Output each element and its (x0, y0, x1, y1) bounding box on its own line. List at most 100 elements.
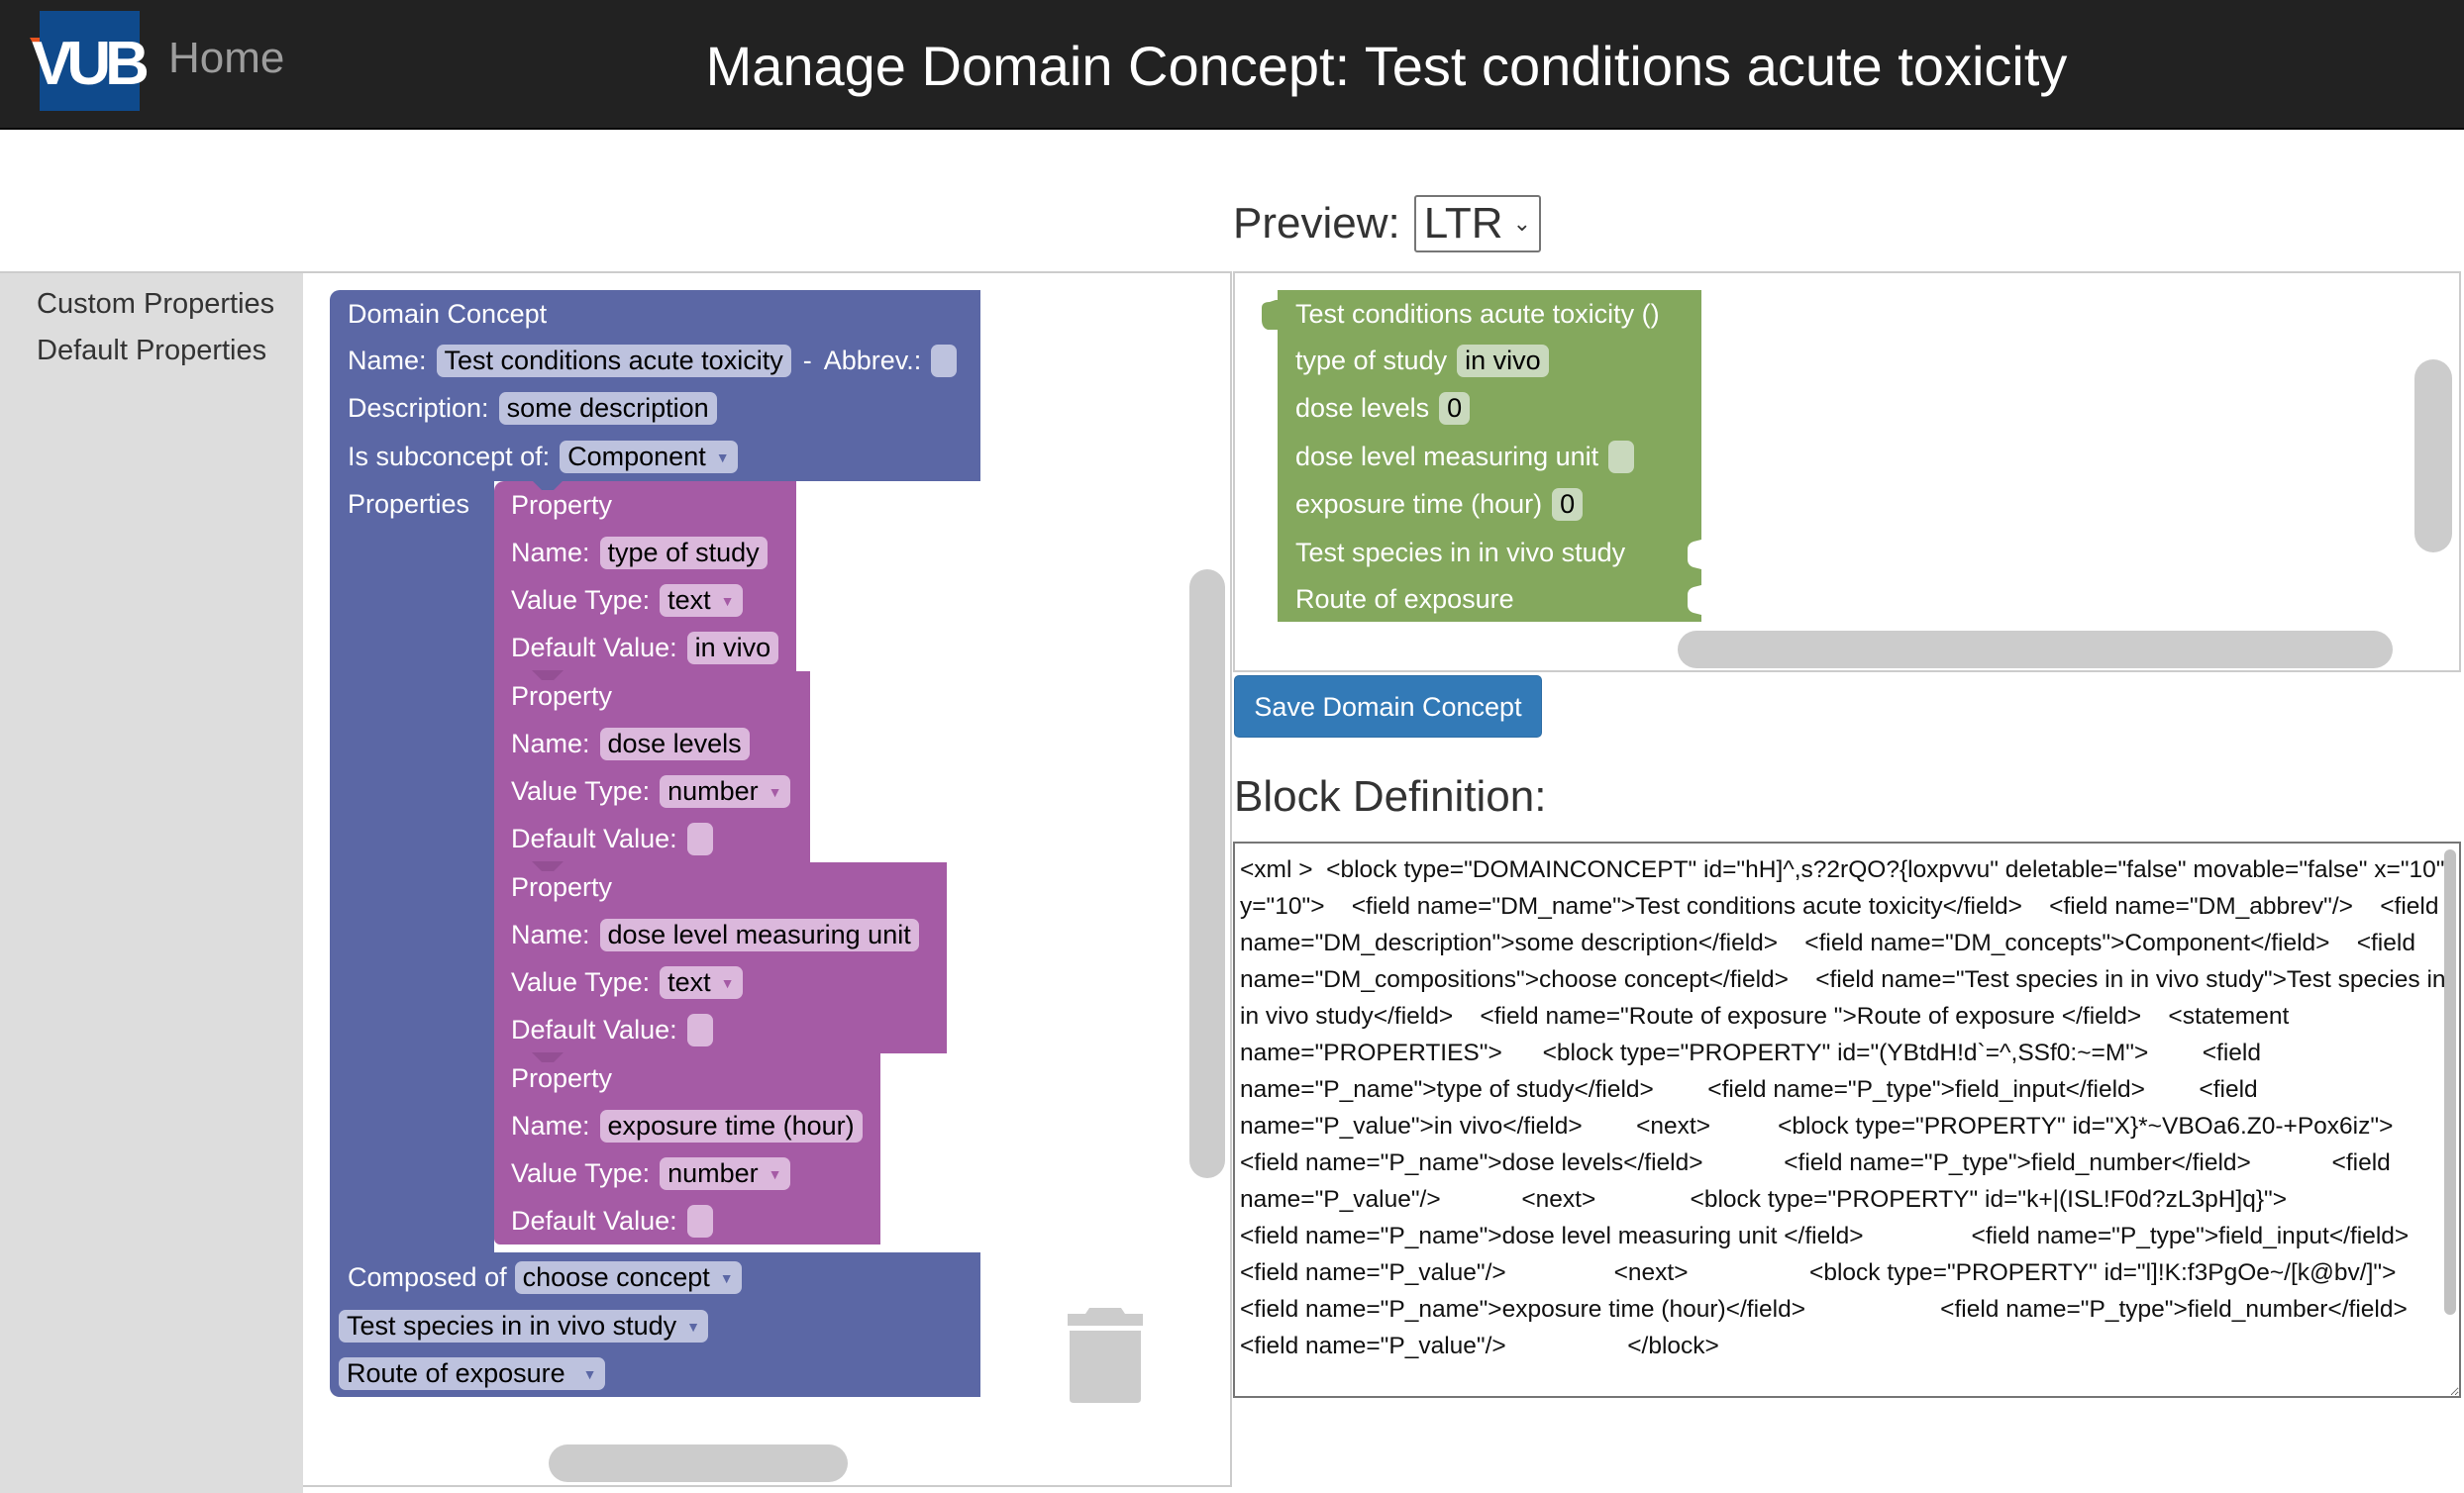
logo-text: VUB (32, 30, 150, 98)
property-name-row: Name: dose level measuring unit (511, 917, 919, 952)
property-name-label: Name: (511, 537, 590, 567)
navbar: VUB Home Manage Domain Concept: Test con… (0, 0, 2464, 130)
preview-input-label: Route of exposure (1295, 583, 1514, 614)
property-name-field[interactable]: exposure time (hour) (599, 1109, 863, 1143)
textarea-scrollbar[interactable] (2444, 849, 2456, 1315)
property-name-field[interactable]: type of study (599, 536, 768, 569)
toolbox-sidebar: Custom Properties Default Properties (0, 271, 303, 1493)
subconcept-value: Component (567, 441, 706, 471)
property-default-row: Default Value: (511, 1012, 713, 1047)
composition-dropdown[interactable]: Route of exposure ▼ (339, 1356, 605, 1390)
property-type-dropdown[interactable]: number ▼ (660, 1156, 790, 1190)
dropdown-arrow-icon: ▼ (768, 1165, 782, 1182)
workspace-vertical-scrollbar[interactable] (1189, 569, 1225, 1178)
property-type-label: Value Type: (511, 584, 651, 615)
property-name-label: Name: (511, 728, 590, 758)
property-type-row: Value Type: number ▼ (511, 773, 790, 809)
property-type-dropdown[interactable]: text ▼ (660, 965, 743, 999)
property-type-value: text (667, 584, 711, 615)
vub-logo[interactable]: VUB (30, 11, 150, 111)
concept-name-field[interactable]: Test conditions acute toxicity (436, 344, 791, 377)
preview-row-field[interactable]: 0 (1439, 391, 1471, 425)
property-default-field[interactable]: in vivo (686, 631, 779, 664)
property-name-row: Name: type of study (511, 535, 768, 570)
property-default-row: Default Value: (511, 821, 713, 856)
composed-of-dropdown[interactable]: choose concept ▼ (514, 1260, 742, 1294)
property-default-label: Default Value: (511, 1205, 677, 1236)
property-type-label: Value Type: (511, 775, 651, 806)
description-field[interactable]: some description (498, 391, 717, 425)
preview-input-row: Test species in in vivo study (1295, 535, 1625, 570)
separator: - (802, 345, 812, 375)
property-title-text: Property (511, 871, 613, 902)
property-title: Property (511, 1060, 612, 1096)
preview-row: type of study in vivo (1295, 343, 1549, 378)
chevron-down-icon: ⌄ (1512, 211, 1532, 236)
abbrev-field[interactable] (931, 344, 958, 377)
preview-row-field[interactable]: 0 (1552, 487, 1584, 521)
property-type-dropdown[interactable]: number ▼ (660, 774, 790, 808)
toolbox-category-custom-properties[interactable]: Custom Properties (0, 281, 303, 328)
property-type-row: Value Type: text ▼ (511, 582, 743, 618)
composition-dropdown[interactable]: Test species in in vivo study ▼ (339, 1309, 709, 1343)
property-name-field[interactable]: dose levels (599, 727, 750, 760)
property-type-dropdown[interactable]: text ▼ (660, 583, 743, 617)
domain-concept-name-row: Name: Test conditions acute toxicity - A… (348, 343, 958, 378)
domain-concept-description-row: Description: some description (348, 390, 717, 426)
block-definition-textarea[interactable]: <xml > <block type="DOMAINCONCEPT" id="h… (1233, 842, 2461, 1398)
property-default-field[interactable] (686, 822, 713, 855)
property-type-row: Value Type: text ▼ (511, 964, 743, 1000)
property-default-row: Default Value: in vivo (511, 630, 779, 665)
toolbox-category-default-properties[interactable]: Default Properties (0, 328, 303, 374)
property-default-label: Default Value: (511, 823, 677, 853)
property-name-label: Name: (511, 919, 590, 949)
property-title-text: Property (511, 1062, 613, 1093)
output-connector-icon (1262, 300, 1280, 330)
subconcept-label: Is subconcept of: (348, 441, 551, 471)
property-default-field[interactable] (686, 1013, 713, 1046)
composition-value: Test species in in vivo study (347, 1310, 677, 1341)
preview-row-field[interactable]: in vivo (1457, 344, 1549, 377)
dropdown-arrow-icon: ▼ (768, 783, 782, 800)
property-title: Property (511, 487, 612, 523)
dropdown-arrow-icon: ▼ (715, 448, 730, 465)
property-default-field[interactable] (686, 1204, 713, 1238)
preview-row-label: type of study (1295, 345, 1448, 375)
input-connector-icon (1688, 540, 1701, 569)
page-title: Manage Domain Concept: Test conditions a… (705, 35, 2068, 97)
property-name-row: Name: exposure time (hour) (511, 1108, 863, 1144)
property-title: Property (511, 678, 612, 714)
preview-label: Preview: (1233, 199, 1400, 248)
dropdown-arrow-icon: ▼ (582, 1365, 597, 1382)
domain-concept-title: Domain Concept (348, 296, 547, 332)
composition-row: Route of exposure ▼ (339, 1355, 605, 1391)
preview-select-value: LTR (1423, 199, 1503, 248)
property-default-row: Default Value: (511, 1203, 713, 1239)
composed-of-value: choose concept (522, 1261, 710, 1292)
domain-concept-subconcept-row: Is subconcept of: Component ▼ (348, 439, 738, 474)
preview-row-label: dose level measuring unit (1295, 441, 1599, 471)
composed-of-label: Composed of (348, 1261, 507, 1292)
home-link[interactable]: Home (168, 34, 284, 83)
domain-concept-block-spine (330, 481, 494, 1253)
preview-row-field[interactable] (1608, 440, 1635, 473)
workspace-horizontal-scrollbar[interactable] (549, 1444, 848, 1482)
description-label: Description: (348, 392, 489, 423)
preview-vertical-scrollbar[interactable] (2414, 359, 2452, 552)
property-type-label: Value Type: (511, 1157, 651, 1188)
property-type-value: number (667, 1157, 759, 1188)
preview-row-label: exposure time (hour) (1295, 488, 1543, 519)
property-default-label: Default Value: (511, 1014, 677, 1045)
preview-direction-select[interactable]: LTR ⌄ (1413, 195, 1542, 252)
property-name-field[interactable]: dose level measuring unit (599, 918, 919, 951)
dropdown-arrow-icon: ▼ (720, 974, 735, 991)
subconcept-dropdown[interactable]: Component ▼ (560, 440, 738, 473)
preview-horizontal-scrollbar[interactable] (1678, 631, 2393, 668)
composed-of-row: Composed of choose concept ▼ (348, 1259, 742, 1295)
name-label: Name: (348, 345, 427, 375)
save-domain-concept-button[interactable]: Save Domain Concept (1234, 675, 1542, 738)
preview-title-text: Test conditions acute toxicity () (1295, 298, 1660, 329)
trash-icon[interactable] (1066, 1304, 1145, 1403)
preview-row-label: dose levels (1295, 392, 1430, 423)
property-title-text: Property (511, 489, 613, 520)
